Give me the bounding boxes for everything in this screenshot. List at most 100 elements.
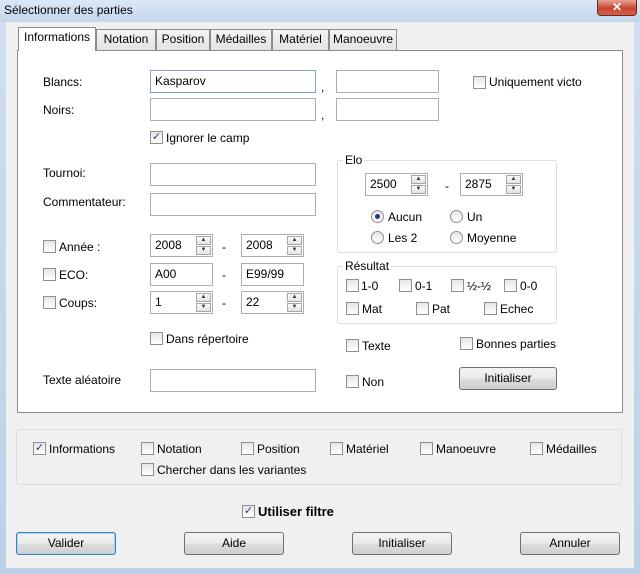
resultat-pat-checkbox[interactable] <box>416 302 429 315</box>
filter-informations-checkbox[interactable]: ✓ <box>33 442 46 455</box>
dans-repertoire-checkbox[interactable] <box>150 332 163 345</box>
spin-down-icon[interactable]: ▼ <box>196 303 211 312</box>
annee-from-spinner[interactable]: 2008 ▲ ▼ <box>150 234 213 257</box>
spin-up-icon[interactable]: ▲ <box>196 293 211 302</box>
filter-notation-label: Notation <box>157 442 202 456</box>
non-label: Non <box>362 375 385 389</box>
ignorer-camp-checkbox[interactable]: ✓ <box>150 131 163 144</box>
spin-up-icon[interactable]: ▲ <box>196 236 211 245</box>
initialiser-button[interactable]: Initialiser <box>352 532 452 555</box>
elo-les2-label: Les 2 <box>388 231 418 245</box>
tab-position[interactable]: Position <box>156 29 210 50</box>
elo-to-spinner[interactable]: 2875 ▲ ▼ <box>460 173 523 196</box>
tab-manoeuvre[interactable]: Manoeuvre <box>329 29 397 50</box>
close-button[interactable]: ✕ <box>597 0 637 16</box>
elo-from-value: 2500 <box>370 177 397 191</box>
resultat-group-title: Résultat <box>343 259 392 273</box>
initialiser-panel-button[interactable]: Initialiser <box>459 367 557 390</box>
coups-from-spinner[interactable]: 1 ▲ ▼ <box>150 291 213 314</box>
spin-down-icon[interactable]: ▼ <box>287 303 302 312</box>
spin-down-icon[interactable]: ▼ <box>287 246 302 255</box>
texte-aleatoire-input[interactable] <box>150 369 316 392</box>
resultat-nulle-label: ½-½ <box>467 279 492 293</box>
coups-dash: - <box>222 296 226 310</box>
tournoi-label: Tournoi: <box>43 166 86 180</box>
noirs-input[interactable] <box>150 98 316 121</box>
elo-group-title: Elo <box>343 153 365 167</box>
annee-label: Année : <box>59 240 101 254</box>
utiliser-filtre-label: Utiliser filtre <box>258 504 334 519</box>
spin-up-icon[interactable]: ▲ <box>287 293 302 302</box>
elo-moyenne-label: Moyenne <box>467 231 517 245</box>
coups-label: Coups: <box>59 296 98 310</box>
coups-to-spinner[interactable]: 22 ▲ ▼ <box>241 291 304 314</box>
elo-les2-radio[interactable] <box>371 231 384 244</box>
coups-from-value: 1 <box>155 295 162 309</box>
eco-label: ECO: <box>59 268 89 282</box>
blancs-label: Blancs: <box>43 75 83 89</box>
commentateur-input[interactable] <box>150 193 316 216</box>
elo-aucun-radio[interactable] <box>371 210 384 223</box>
resultat-mat-label: Mat <box>362 302 383 316</box>
elo-from-spinner[interactable]: 2500 ▲ ▼ <box>365 173 428 196</box>
noirs-input-2[interactable] <box>336 98 439 121</box>
filters-group <box>16 429 622 485</box>
annuler-button[interactable]: Annuler <box>520 532 620 555</box>
blancs-input-2[interactable] <box>336 70 439 93</box>
spin-up-icon[interactable]: ▲ <box>287 236 302 245</box>
blancs-input[interactable]: Kasparov <box>150 70 316 93</box>
resultat-0-0-checkbox[interactable] <box>504 279 517 292</box>
elo-un-radio[interactable] <box>450 210 463 223</box>
eco-checkbox[interactable] <box>43 268 56 281</box>
elo-moyenne-radio[interactable] <box>450 231 463 244</box>
noirs-label: Noirs: <box>43 103 75 117</box>
elo-to-value: 2875 <box>465 177 492 191</box>
eco-to-input[interactable]: E99/99 <box>241 263 304 286</box>
bonnes-parties-label: Bonnes parties <box>476 337 557 351</box>
filter-medailles-checkbox[interactable] <box>530 442 543 455</box>
resultat-1-0-checkbox[interactable] <box>346 279 359 292</box>
chercher-variantes-checkbox[interactable] <box>141 463 154 476</box>
spin-up-icon[interactable]: ▲ <box>506 175 521 184</box>
non-checkbox[interactable] <box>346 375 359 388</box>
filter-position-label: Position <box>257 442 300 456</box>
uniquement-victoires-checkbox[interactable] <box>473 76 486 89</box>
texte-checkbox[interactable] <box>346 339 359 352</box>
resultat-nulle-checkbox[interactable] <box>451 279 464 292</box>
texte-aleatoire-label: Texte aléatoire <box>43 373 122 387</box>
tab-notation[interactable]: Notation <box>96 29 156 50</box>
filter-medailles-label: Médailles <box>546 442 597 456</box>
annee-to-value: 2008 <box>246 238 273 252</box>
coups-checkbox[interactable] <box>43 296 56 309</box>
noirs-separator: , <box>321 108 325 122</box>
annee-to-spinner[interactable]: 2008 ▲ ▼ <box>241 234 304 257</box>
radio-selected-icon <box>375 214 380 219</box>
title-bar[interactable]: Sélectionner des parties ✕ <box>0 0 640 22</box>
spin-up-icon[interactable]: ▲ <box>411 175 426 184</box>
resultat-0-1-checkbox[interactable] <box>399 279 412 292</box>
filter-position-checkbox[interactable] <box>241 442 254 455</box>
elo-aucun-label: Aucun <box>388 210 423 224</box>
spin-down-icon[interactable]: ▼ <box>411 185 426 194</box>
window-title: Sélectionner des parties <box>4 3 133 17</box>
resultat-echec-checkbox[interactable] <box>484 302 497 315</box>
filter-materiel-checkbox[interactable] <box>330 442 343 455</box>
filter-notation-checkbox[interactable] <box>141 442 154 455</box>
resultat-mat-checkbox[interactable] <box>346 302 359 315</box>
valider-button[interactable]: Valider <box>16 532 116 555</box>
spin-down-icon[interactable]: ▼ <box>196 246 211 255</box>
annee-checkbox[interactable] <box>43 240 56 253</box>
utiliser-filtre-checkbox[interactable]: ✓ <box>242 505 255 518</box>
filter-informations-label: Informations <box>49 442 116 456</box>
tab-informations[interactable]: Informations <box>18 27 96 51</box>
tab-materiel[interactable]: Matériel <box>272 29 329 50</box>
resultat-0-0-label: 0-0 <box>520 279 538 293</box>
spin-down-icon[interactable]: ▼ <box>506 185 521 194</box>
eco-from-input[interactable]: A00 <box>150 263 213 286</box>
tab-medailles[interactable]: Médailles <box>210 29 272 50</box>
filter-manoeuvre-checkbox[interactable] <box>420 442 433 455</box>
bonnes-parties-checkbox[interactable] <box>460 337 473 350</box>
tournoi-input[interactable] <box>150 163 316 186</box>
resultat-pat-label: Pat <box>432 302 451 316</box>
aide-button[interactable]: Aide <box>184 532 284 555</box>
